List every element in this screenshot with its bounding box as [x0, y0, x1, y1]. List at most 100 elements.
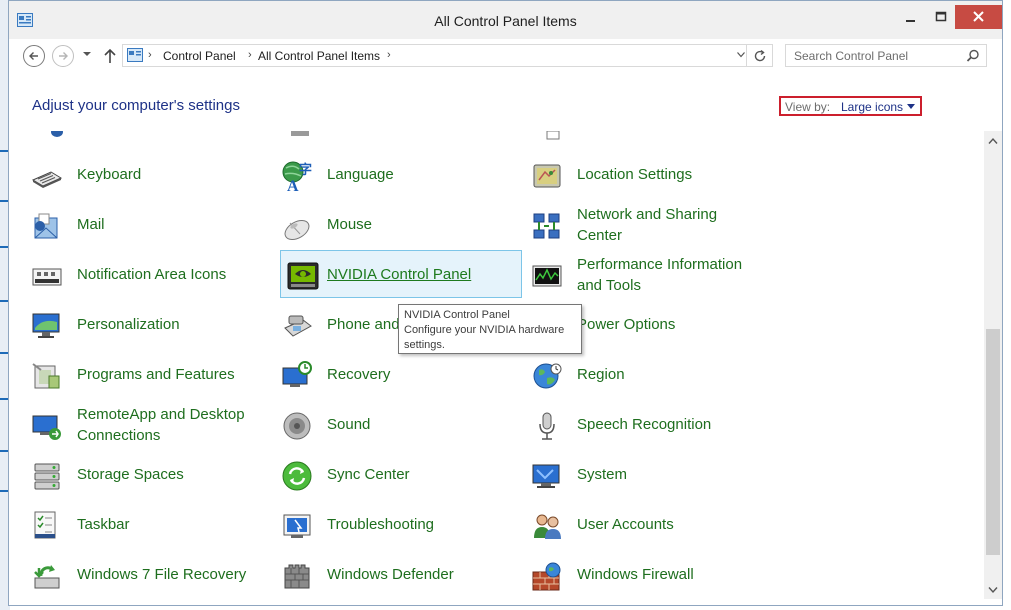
item-label: Personalization: [77, 316, 180, 333]
taskbar-icon: [34, 511, 56, 539]
item-notification-area[interactable]: Notification Area Icons: [19, 252, 259, 298]
up-arrow-icon[interactable]: [102, 47, 118, 65]
item-performance[interactable]: Performance Information and Tools: [519, 252, 759, 298]
search-box[interactable]: [785, 44, 987, 67]
item-label: Language: [327, 166, 394, 183]
programs-icon: [32, 363, 60, 389]
breadcrumb-all-items[interactable]: All Control Panel Items: [258, 49, 380, 63]
item-personalization[interactable]: Personalization: [19, 302, 259, 348]
navigation-bar: › Control Panel › All Control Panel Item…: [9, 39, 1002, 75]
control-panel-location-icon: [127, 48, 143, 62]
address-dropdown-chevron-down-icon[interactable]: [737, 52, 745, 58]
item-programs-features[interactable]: Programs and Features: [19, 352, 259, 398]
sync-icon: [282, 461, 312, 491]
item-network-sharing[interactable]: Network and Sharing Center: [519, 202, 759, 248]
storage-icon: [34, 463, 60, 490]
minimize-button[interactable]: [897, 6, 925, 28]
users-icon: [534, 514, 561, 539]
item-label: Location Settings: [577, 166, 693, 183]
network-icon: [533, 213, 560, 239]
item-windows-defender[interactable]: Windows Defender: [269, 552, 509, 598]
speaker-icon: [283, 412, 311, 440]
item-mouse[interactable]: Mouse: [269, 202, 509, 248]
keyboard-icon: [31, 171, 63, 188]
item-troubleshooting[interactable]: Troubleshooting: [269, 502, 509, 548]
forward-button[interactable]: [52, 45, 74, 67]
item-label: System: [577, 466, 628, 483]
item-region[interactable]: Region: [519, 352, 759, 398]
item-language[interactable]: A 字 Language: [269, 152, 509, 198]
svg-text:字: 字: [299, 162, 312, 177]
item-label: Connections: [77, 427, 161, 444]
close-button[interactable]: [955, 5, 1002, 29]
refresh-button[interactable]: [747, 44, 773, 67]
item-keyboard[interactable]: Keyboard: [19, 152, 259, 198]
item-recovery[interactable]: Recovery: [269, 352, 509, 398]
item-mail[interactable]: Mail: [19, 202, 259, 248]
maximize-button[interactable]: [927, 6, 955, 28]
breadcrumb-chevron-icon[interactable]: ›: [248, 49, 252, 61]
tooltip-description: Configure your NVIDIA hardware: [404, 324, 565, 336]
window-title: All Control Panel Items: [434, 13, 577, 29]
address-bar[interactable]: › Control Panel › All Control Panel Item…: [122, 44, 747, 67]
search-icon[interactable]: [966, 49, 980, 63]
item-label: Sound: [327, 416, 371, 433]
recent-locations-chevron-down-icon[interactable]: [82, 49, 92, 59]
firewall-icon: [532, 562, 561, 591]
remoteapp-icon: [32, 415, 61, 440]
item-label: Region: [577, 366, 625, 383]
location-icon: [533, 164, 561, 188]
view-by-selector[interactable]: View by: Large icons: [779, 96, 922, 116]
item-user-accounts[interactable]: User Accounts: [519, 502, 759, 548]
item-location-settings[interactable]: Location Settings: [519, 152, 759, 198]
item-label: Mouse: [327, 216, 373, 233]
view-by-value[interactable]: Large icons: [841, 100, 903, 114]
scroll-down-arrow-icon[interactable]: [988, 586, 998, 594]
chevron-down-icon[interactable]: [907, 104, 915, 109]
vertical-scrollbar[interactable]: [984, 131, 1002, 599]
item-label: Performance Information: [577, 256, 743, 273]
item-label: Taskbar: [77, 516, 130, 533]
item-remoteapp[interactable]: RemoteApp and Desktop Connections: [19, 402, 259, 448]
partial-item-icon: [51, 131, 63, 137]
item-system[interactable]: System: [519, 452, 759, 498]
refresh-icon: [754, 49, 765, 61]
item-sync-center[interactable]: Sync Center: [269, 452, 509, 498]
item-label: Programs and Features: [77, 366, 235, 383]
arrow-left-icon: [29, 52, 38, 60]
language-icon: A 字: [282, 161, 312, 192]
breadcrumb-chevron-icon[interactable]: ›: [148, 49, 152, 61]
back-button[interactable]: [23, 45, 45, 67]
search-input[interactable]: [786, 45, 964, 66]
item-sound[interactable]: Sound: [269, 402, 509, 448]
item-label: Power Options: [577, 316, 676, 333]
partial-item-icon: [546, 131, 560, 140]
item-windows-firewall[interactable]: Windows Firewall: [519, 552, 759, 598]
scrollbar-thumb[interactable]: [986, 329, 1000, 555]
microphone-icon: [539, 412, 555, 440]
item-label: Speech Recognition: [577, 416, 712, 433]
system-icon: [532, 464, 560, 488]
breadcrumb-chevron-icon[interactable]: ›: [387, 49, 391, 61]
item-label: Notification Area Icons: [77, 266, 227, 283]
title-bar[interactable]: All Control Panel Items: [9, 1, 1002, 39]
item-label: Phone and: [327, 316, 400, 333]
scroll-up-arrow-icon[interactable]: [988, 137, 998, 145]
file-recovery-icon: [34, 565, 60, 589]
item-label: Recovery: [327, 366, 391, 383]
item-speech-recognition[interactable]: Speech Recognition: [519, 402, 759, 448]
phone-icon: [284, 315, 312, 337]
item-label: Storage Spaces: [77, 466, 184, 483]
breadcrumb-control-panel[interactable]: Control Panel: [163, 49, 236, 63]
item-label: NVIDIA Control Panel: [327, 266, 472, 283]
item-label: User Accounts: [577, 516, 674, 533]
partial-item-icon: [291, 131, 309, 136]
item-taskbar[interactable]: Taskbar: [19, 502, 259, 548]
item-nvidia-control-panel[interactable]: NVIDIA Control Panel: [280, 250, 522, 298]
nvidia-tooltip: NVIDIA Control Panel Configure your NVID…: [398, 304, 582, 354]
item-label: Windows 7 File Recovery: [77, 566, 247, 583]
nvidia-icon: [287, 262, 319, 290]
item-windows7-file-recovery[interactable]: Windows 7 File Recovery: [19, 552, 259, 598]
personalization-icon: [32, 313, 60, 338]
item-storage-spaces[interactable]: Storage Spaces: [19, 452, 259, 498]
